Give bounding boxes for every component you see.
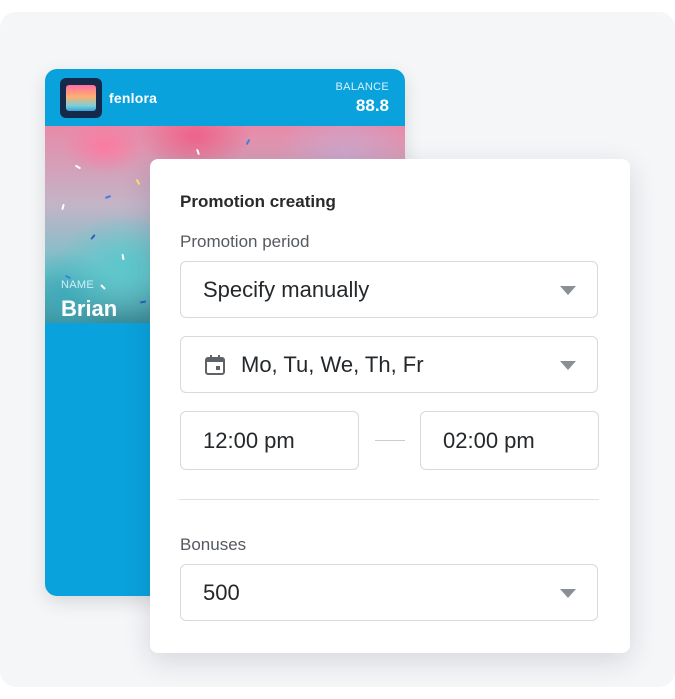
end-time-input[interactable]: 02:00 pm [420,411,599,470]
weekdays-select[interactable]: Mo, Tu, We, Th, Fr [180,336,598,393]
name-label: NAME [61,279,94,291]
balance-value: 88.8 [355,96,389,115]
start-time-input[interactable]: 12:00 pm [180,411,359,470]
promotion-period-label: Promotion period [180,232,310,251]
name-value: Brian [61,296,118,321]
panel-title: Promotion creating [180,192,336,211]
card-brand: fenlora [109,90,158,106]
end-time-value: 02:00 pm [443,427,535,453]
bonuses-label: Bonuses [180,535,247,554]
time-range-separator [375,440,405,441]
calendar-icon [203,353,227,377]
promotion-period-select[interactable]: Specify manually [180,261,598,318]
chevron-down-icon [560,361,576,370]
background-stage: fenlora BALANCE 88.8 NAME Brian Promotio… [0,12,675,687]
balance-label: BALANCE [335,81,389,93]
section-divider [179,499,599,500]
chevron-down-icon [560,589,576,598]
promotion-period-value: Specify manually [203,276,370,302]
bonuses-value: 500 [203,579,240,605]
start-time-value: 12:00 pm [203,427,295,453]
card-header: fenlora BALANCE 88.8 [45,69,405,126]
card-logo [60,78,102,118]
wallet-logo-icon [66,85,96,111]
bonuses-select[interactable]: 500 [180,564,598,621]
weekdays-value: Mo, Tu, We, Th, Fr [241,351,424,377]
chevron-down-icon [560,286,576,295]
promotion-panel: Promotion creating Promotion period Spec… [150,159,630,653]
